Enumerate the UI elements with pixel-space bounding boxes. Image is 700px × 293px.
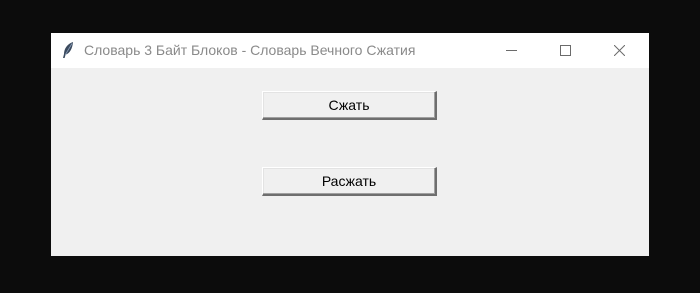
feather-icon [61, 41, 75, 59]
close-button[interactable] [596, 33, 642, 68]
compress-button[interactable]: Сжать [262, 91, 437, 120]
close-icon [614, 45, 625, 56]
decompress-button[interactable]: Расжать [262, 167, 437, 196]
title-bar[interactable]: Словарь 3 Байт Блоков - Словарь Вечного … [51, 33, 649, 68]
app-window: Словарь 3 Байт Блоков - Словарь Вечного … [51, 33, 649, 256]
maximize-button[interactable] [542, 33, 588, 68]
maximize-icon [560, 45, 571, 56]
minimize-icon [506, 50, 517, 51]
window-content: Сжать Расжать [51, 68, 649, 256]
window-title: Словарь 3 Байт Блоков - Словарь Вечного … [84, 42, 416, 58]
minimize-button[interactable] [488, 33, 534, 68]
